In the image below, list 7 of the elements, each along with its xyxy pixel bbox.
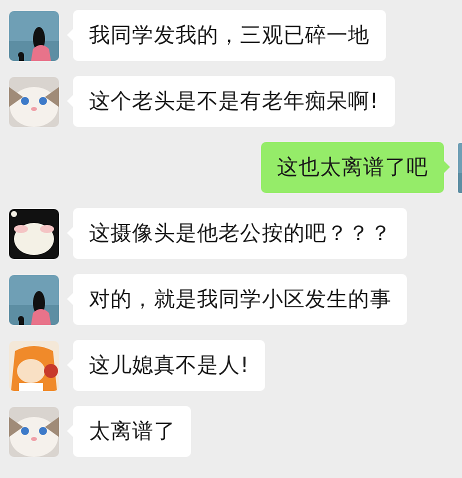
message-bubble: 这个老头是不是有老年痴呆啊! — [67, 76, 395, 127]
message-bubble: 我同学发我的，三观已碎一地 — [67, 10, 386, 61]
message-bubble: 这儿媳真不是人! — [67, 340, 266, 391]
message-bubble: 对的，就是我同学小区发生的事 — [67, 274, 408, 325]
message-bubble: 这摄像头是他老公按的吧？？？ — [67, 208, 408, 259]
message-bubble: 太离谱了 — [67, 406, 192, 457]
message-bubble: 这也太离谱了吧 — [260, 142, 450, 193]
